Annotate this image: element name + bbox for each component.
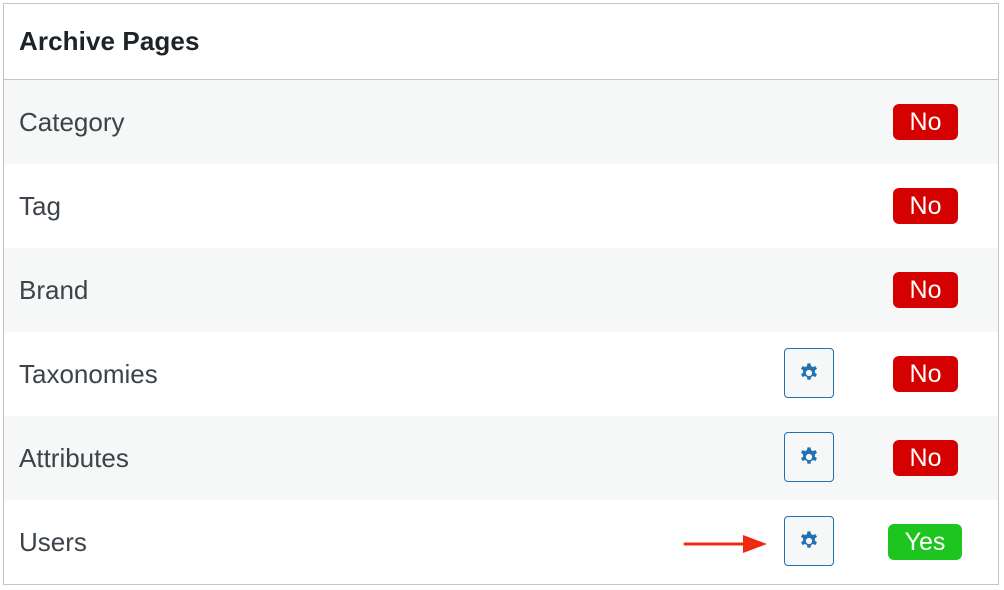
status-badge-users: Yes: [888, 524, 962, 560]
row-brand: Brand No: [4, 248, 998, 332]
gear-icon: [801, 447, 817, 464]
attributes-settings-button[interactable]: [784, 432, 834, 482]
row-label-brand: Brand: [19, 275, 89, 305]
row-tag: Tag No: [4, 164, 998, 248]
status-badge-attributes: No: [893, 440, 958, 476]
arrow-right-icon: [683, 535, 767, 553]
status-badge-brand: No: [893, 272, 958, 308]
row-users: Users Yes: [4, 500, 998, 584]
panel-title: Archive Pages: [19, 26, 200, 56]
row-label-taxonomies: Taxonomies: [19, 359, 158, 389]
row-taxonomies: Taxonomies No: [4, 332, 998, 416]
gear-icon: [801, 531, 817, 548]
row-label-users: Users: [19, 527, 87, 557]
users-settings-button[interactable]: [784, 516, 834, 566]
row-label-tag: Tag: [19, 191, 61, 221]
gear-icon: [801, 363, 817, 380]
row-label-attributes: Attributes: [19, 443, 129, 473]
row-category: Category No: [4, 80, 998, 164]
status-badge-taxonomies: No: [893, 356, 958, 392]
row-label-category: Category: [19, 107, 125, 137]
row-attributes: Attributes No: [4, 416, 998, 500]
taxonomies-settings-button[interactable]: [784, 348, 834, 398]
status-badge-tag: No: [893, 188, 958, 224]
status-badge-category: No: [893, 104, 958, 140]
panel-header: Archive Pages: [4, 4, 998, 80]
archive-pages-panel: Archive Pages Category No Tag No Brand N…: [3, 3, 999, 585]
